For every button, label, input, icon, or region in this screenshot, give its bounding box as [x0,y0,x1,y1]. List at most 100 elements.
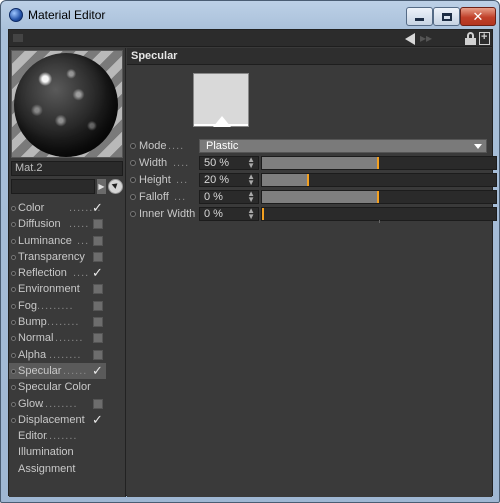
new-window-icon[interactable] [479,31,490,45]
material-editor-window: Material Editor ✕ ▸▸ Mat.2 ▶ Color......… [0,0,500,503]
channel-luminance[interactable]: Luminance... [9,233,125,249]
animation-dot-icon[interactable] [130,160,136,166]
preview-sphere [14,53,118,157]
animation-dot-icon[interactable] [11,368,16,374]
material-search-field[interactable] [11,179,95,194]
minimize-button[interactable] [406,7,433,26]
animation-dot-icon[interactable] [130,211,136,217]
animation-dot-icon[interactable] [11,385,16,391]
grip-icon[interactable] [13,34,23,42]
inner-width-label: Inner Width [139,208,196,220]
channel-normal[interactable]: Normal....... [9,330,125,346]
lock-icon[interactable] [465,32,476,45]
falloff-input[interactable]: 0 % ▲ ▼ [199,190,259,204]
checkbox[interactable] [93,284,103,295]
falloff-row: Falloff ... 0 % ▲ ▼ [127,189,497,206]
checkbox[interactable] [93,398,103,409]
inner-width-row: Inner Width 0 % ▲ ▼ [127,206,497,223]
specular-curve-preview [193,73,249,127]
channel-color[interactable]: Color........ ✓ [9,200,125,216]
checkbox-checked-icon[interactable]: ✓ [92,266,103,279]
checkbox[interactable] [93,333,103,344]
animation-dot-icon[interactable] [11,303,16,309]
channel-reflection[interactable]: Reflection.... ✓ [9,265,125,281]
slider-handle[interactable] [262,208,264,220]
spinner-icon[interactable]: ▲ ▼ [247,207,255,221]
close-button[interactable]: ✕ [460,7,496,26]
animation-dot-icon[interactable] [11,206,16,211]
falloff-slider[interactable] [261,190,497,204]
page-illumination[interactable]: Illumination [9,444,125,460]
channel-diffusion[interactable]: Diffusion..... [9,216,125,232]
forward-arrow-icon[interactable]: ▸▸ [420,32,442,45]
slider-handle[interactable] [377,157,379,169]
channel-label: Specular Color [18,381,91,394]
picker-icon[interactable] [108,179,123,194]
animation-dot-icon[interactable] [130,143,136,149]
height-slider[interactable] [261,173,497,187]
animation-dot-icon[interactable] [11,254,16,260]
animation-dot-icon[interactable] [11,287,16,293]
checkbox[interactable] [93,300,103,311]
mode-dropdown[interactable]: Plastic [199,139,487,153]
channel-transparency[interactable]: Transparency [9,249,125,265]
animation-dot-icon[interactable] [11,222,16,228]
checkbox-checked-icon[interactable]: ✓ [92,201,103,214]
name-dropdown-arrow-icon[interactable]: ▶ [97,179,106,194]
spinner-icon[interactable]: ▲ ▼ [247,156,255,170]
channel-label: Alpha [18,348,47,361]
material-preview[interactable] [11,50,123,158]
channel-alpha[interactable]: Alpha........ [9,347,125,363]
channel-label: Fog [18,299,37,312]
channel-specular[interactable]: Specular...... ✓ [9,362,106,380]
back-arrow-icon[interactable] [405,33,415,45]
animation-dot-icon[interactable] [11,336,16,342]
page-assignment[interactable]: Assignment [9,461,125,477]
inner-width-input[interactable]: 0 % ▲ ▼ [199,207,259,221]
animation-dot-icon[interactable] [11,271,16,277]
height-row: Height ... 20 % ▲ ▼ [127,172,497,189]
animation-dot-icon[interactable] [11,352,16,358]
channel-displacement[interactable]: Displacement ✓ [9,412,125,428]
checkbox[interactable] [93,235,103,246]
maximize-button[interactable] [433,7,460,26]
channel-bump[interactable]: Bump........ [9,314,125,330]
channel-label: Glow [18,397,44,410]
animation-dot-icon[interactable] [130,194,136,200]
animation-dot-icon[interactable] [11,238,16,244]
animation-dot-icon[interactable] [11,417,16,423]
spinner-icon[interactable]: ▲ ▼ [247,173,255,187]
channel-fog[interactable]: Fog......... [9,298,125,314]
channel-glow[interactable]: Glow......... [9,396,125,412]
falloff-value: 0 % [204,191,223,203]
animation-dot-icon[interactable] [11,401,16,407]
slider-handle[interactable] [377,191,379,203]
spinner-icon[interactable]: ▲ ▼ [247,190,255,204]
checkbox-checked-icon[interactable]: ✓ [92,413,103,426]
channel-label: Bump [18,316,47,329]
width-input[interactable]: 50 % ▲ ▼ [199,156,259,170]
checkbox[interactable] [93,317,103,328]
page-editor[interactable]: Editor........ [9,428,125,444]
checkbox[interactable] [93,251,103,262]
width-slider[interactable] [261,156,497,170]
checkbox-checked-icon[interactable]: ✓ [92,364,103,377]
height-input[interactable]: 20 % ▲ ▼ [199,173,259,187]
animation-dot-icon[interactable] [11,320,16,326]
checkbox[interactable] [93,349,103,360]
title-bar[interactable]: Material Editor ✕ [1,1,499,29]
slider-handle[interactable] [307,174,309,186]
channel-panel: Mat.2 ▶ Color........ ✓ Diffusion..... Lu… [9,48,126,497]
animation-dot-icon[interactable] [130,177,136,183]
material-name[interactable]: Mat.2 [11,161,123,176]
channel-environment[interactable]: Environment [9,281,125,297]
channel-label: Displacement [18,413,85,426]
window-title: Material Editor [28,8,106,22]
channel-label: Diffusion [18,218,61,231]
width-value: 50 % [204,157,230,169]
checkbox[interactable] [93,219,103,230]
inner-width-slider[interactable] [261,207,497,223]
page-label: Editor [18,430,47,443]
channel-label: Transparency [18,250,85,263]
channel-specular-color[interactable]: Specular Color [9,379,125,395]
